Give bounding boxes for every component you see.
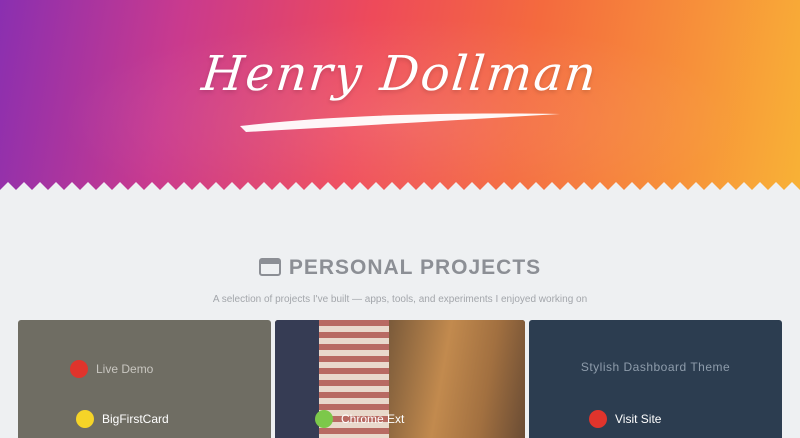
folder-icon xyxy=(258,258,281,276)
project-3-link-label: Visit Site xyxy=(615,412,662,426)
green-dot-icon xyxy=(315,410,333,428)
yellow-dot-icon xyxy=(76,410,94,428)
hero-header: Henry Dollman xyxy=(0,0,800,200)
project-card-3[interactable]: Stylish Dashboard Theme Visit Site xyxy=(529,320,782,438)
section-title: Personal Projects xyxy=(0,256,800,280)
zigzag-divider xyxy=(0,182,800,200)
project-3-heading: Stylish Dashboard Theme xyxy=(580,360,731,374)
red-dot-icon xyxy=(70,360,88,378)
logo-underline-swoosh xyxy=(240,113,560,132)
section-subtitle: A selection of projects I've built — app… xyxy=(212,294,588,305)
project-1-link-secondary[interactable]: BigFirstCard xyxy=(76,410,169,428)
logo[interactable]: Henry Dollman xyxy=(0,46,800,102)
red-dot-icon xyxy=(589,410,607,428)
project-3-link[interactable]: Visit Site xyxy=(589,410,661,428)
section-title-text: Personal Projects xyxy=(288,256,542,279)
project-2-link-label: Chrome Ext xyxy=(341,412,405,426)
project-card-1[interactable]: Live Demo BigFirstCard xyxy=(18,320,271,438)
project-cards: Live Demo BigFirstCard Chrome Ext Stylis… xyxy=(18,320,782,438)
project-2-link[interactable]: Chrome Ext xyxy=(315,410,404,428)
project-1-link-demo-label: Live Demo xyxy=(96,362,154,376)
project-card-2[interactable]: Chrome Ext xyxy=(275,320,525,438)
logo-text[interactable]: Henry Dollman xyxy=(199,46,601,102)
project-1-link-secondary-label: BigFirstCard xyxy=(102,412,169,426)
project-1-link-demo[interactable]: Live Demo xyxy=(70,360,153,378)
